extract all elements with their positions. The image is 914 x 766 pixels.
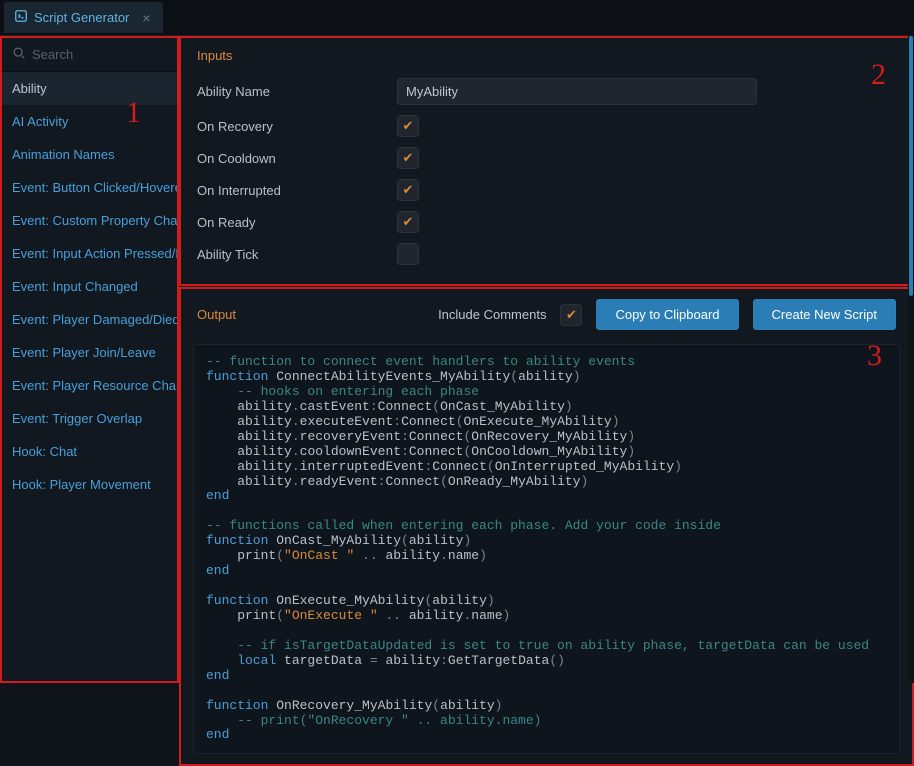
- search-input[interactable]: [32, 47, 167, 62]
- copy-to-clipboard-button[interactable]: Copy to Clipboard: [596, 299, 738, 330]
- sidebar-item-event-input-changed[interactable]: Event: Input Changed: [2, 270, 177, 303]
- sidebar-item-event-trigger-overlap[interactable]: Event: Trigger Overlap: [2, 402, 177, 435]
- ability-tick-label: Ability Tick: [197, 247, 397, 262]
- sidebar: 1 Ability AI Activity Animation Names Ev…: [0, 36, 179, 683]
- close-icon[interactable]: ×: [139, 11, 153, 25]
- overlay-2: 2: [871, 58, 886, 92]
- sidebar-item-event-player-resource[interactable]: Event: Player Resource Changed: [2, 369, 177, 402]
- overlay-1: 1: [126, 96, 141, 130]
- tab-title: Script Generator: [34, 10, 129, 25]
- on-interrupted-checkbox[interactable]: [397, 179, 419, 201]
- sidebar-list: Ability AI Activity Animation Names Even…: [2, 72, 177, 681]
- ability-name-label: Ability Name: [197, 84, 397, 99]
- script-generator-icon: [14, 9, 28, 26]
- tab-script-generator[interactable]: Script Generator ×: [4, 2, 163, 33]
- scrollbar[interactable]: [908, 36, 914, 683]
- inputs-panel: 2 Inputs Ability Name On Recovery On Coo…: [179, 36, 914, 286]
- output-panel: 3 Output Include Comments Copy to Clipbo…: [179, 287, 914, 766]
- on-ready-checkbox[interactable]: [397, 211, 419, 233]
- inputs-title: Inputs: [197, 48, 896, 63]
- ability-name-input[interactable]: [397, 78, 757, 105]
- search-box: [2, 38, 177, 72]
- include-comments-label: Include Comments: [438, 307, 546, 322]
- search-icon: [12, 46, 26, 63]
- on-cooldown-checkbox[interactable]: [397, 147, 419, 169]
- output-title: Output: [197, 307, 236, 322]
- on-cooldown-label: On Cooldown: [197, 151, 397, 166]
- sidebar-item-ability[interactable]: Ability: [2, 72, 177, 105]
- sidebar-item-animation-names[interactable]: Animation Names: [2, 138, 177, 171]
- sidebar-item-event-custom-property[interactable]: Event: Custom Property Changed: [2, 204, 177, 237]
- overlay-3: 3: [867, 339, 882, 373]
- on-interrupted-label: On Interrupted: [197, 183, 397, 198]
- sidebar-item-event-input-action[interactable]: Event: Input Action Pressed/Released: [2, 237, 177, 270]
- sidebar-item-event-player-damaged[interactable]: Event: Player Damaged/Died/Spawned: [2, 303, 177, 336]
- code-output[interactable]: -- function to connect event handlers to…: [193, 344, 900, 754]
- ability-tick-checkbox[interactable]: [397, 243, 419, 265]
- sidebar-item-hook-chat[interactable]: Hook: Chat: [2, 435, 177, 468]
- on-recovery-checkbox[interactable]: [397, 115, 419, 137]
- sidebar-item-event-button[interactable]: Event: Button Clicked/Hovered: [2, 171, 177, 204]
- sidebar-item-ai-activity[interactable]: AI Activity: [2, 105, 177, 138]
- include-comments-checkbox[interactable]: [560, 304, 582, 326]
- sidebar-item-event-player-join[interactable]: Event: Player Join/Leave: [2, 336, 177, 369]
- sidebar-item-hook-player-movement[interactable]: Hook: Player Movement: [2, 468, 177, 501]
- tab-bar: Script Generator ×: [0, 0, 914, 36]
- scrollbar-thumb[interactable]: [909, 36, 913, 296]
- create-new-script-button[interactable]: Create New Script: [753, 299, 896, 330]
- on-recovery-label: On Recovery: [197, 119, 397, 134]
- on-ready-label: On Ready: [197, 215, 397, 230]
